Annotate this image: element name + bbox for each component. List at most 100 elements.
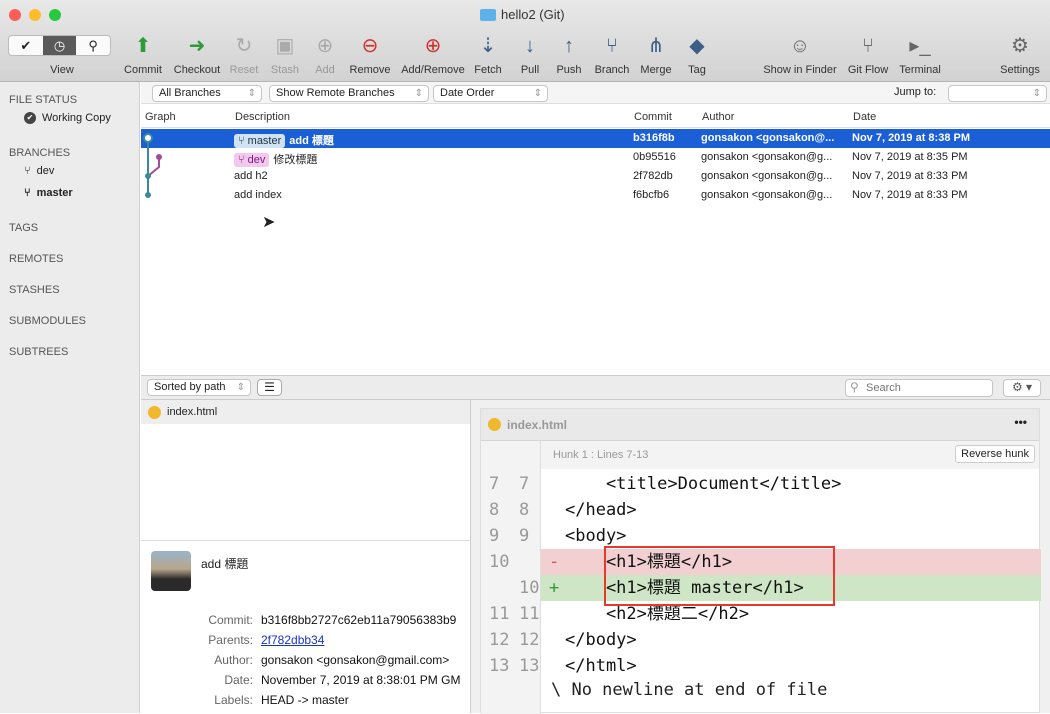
gear-menu-button[interactable]: ⚙ ▾: [1003, 379, 1041, 397]
commit-cell: f6bcfb6: [633, 189, 670, 201]
table-row[interactable]: ⑂ dev 修改標題 0b95516 gonsakon <gonsakon@g... N…: [141, 148, 1050, 167]
author-label: Author:: [214, 653, 253, 667]
code-text: </html>: [565, 656, 637, 676]
divider: [141, 540, 470, 541]
no-newline-note: \ No newline at end of file: [551, 680, 828, 700]
branches-header[interactable]: BRANCHES: [9, 147, 70, 159]
date-cell: Nov 7, 2019 at 8:35 PM: [852, 151, 968, 163]
graph-node: [156, 154, 162, 160]
diff-header: index.html •••: [481, 409, 1039, 441]
minimize-button[interactable]: [29, 9, 41, 21]
labels-label: Labels:: [214, 693, 253, 707]
toolbar-label: Settings: [1000, 64, 1040, 76]
date-cell: Nov 7, 2019 at 8:33 PM: [852, 189, 968, 201]
new-line-number: 9: [519, 526, 530, 546]
toolbar-label: Tag: [688, 64, 706, 76]
old-line-number: 12: [489, 630, 510, 650]
diff-line-ctx: 13 13 </html>: [481, 653, 1041, 679]
new-line-number: 13: [519, 656, 540, 676]
author-cell: gonsakon <gonsakon@g...: [701, 151, 833, 163]
tags-header[interactable]: TAGS: [9, 222, 38, 234]
subtrees-header[interactable]: SUBTREES: [9, 346, 68, 358]
description-cell: add h2: [234, 170, 268, 182]
gear-icon[interactable]: ⚙: [980, 33, 1050, 59]
check-circle-icon: ✔: [24, 112, 36, 124]
badge-label: master: [247, 135, 282, 147]
file-status-header[interactable]: FILE STATUS: [9, 94, 77, 106]
code-text: </body>: [565, 630, 637, 650]
commit-label: Commit:: [208, 613, 253, 627]
submodules-header[interactable]: SUBMODULES: [9, 315, 86, 327]
col-description[interactable]: Description: [235, 111, 290, 123]
reverse-hunk-button[interactable]: Reverse hunk: [955, 445, 1035, 463]
author-cell: gonsakon <gonsakon@...: [701, 132, 835, 144]
window-title-text: hello2 (Git): [501, 7, 565, 22]
sidebar-item-working-copy[interactable]: ✔ Working Copy: [24, 112, 111, 124]
file-name: index.html: [167, 406, 218, 418]
remotes-header[interactable]: REMOTES: [9, 253, 63, 265]
description-text: add index: [234, 189, 282, 201]
author-cell: gonsakon <gonsakon@g...: [701, 170, 833, 182]
new-line-number: 11: [519, 604, 540, 624]
col-graph[interactable]: Graph: [145, 111, 176, 123]
new-line-number: 8: [519, 500, 530, 520]
table-row[interactable]: ⑂ master add 標題 b316f8b gonsakon <gonsakon@…: [141, 129, 1050, 148]
hunk-title: Hunk 1 : Lines 7-13: [553, 449, 649, 461]
more-options-icon[interactable]: •••: [1014, 415, 1027, 429]
old-line-number: 11: [489, 604, 510, 624]
table-row[interactable]: add h2 2f782db gonsakon <gonsakon@g... Nov …: [141, 167, 1050, 186]
branch-icon: ⑂: [24, 187, 31, 199]
description-text: add h2: [234, 170, 268, 182]
branches-select[interactable]: All Branches: [152, 85, 262, 102]
description-text: add 標題: [289, 135, 334, 147]
jump-to-label: Jump to:: [894, 86, 937, 98]
table-row[interactable]: add index f6bcfb6 gonsakon <gonsakon@g... N…: [141, 186, 1050, 205]
view-segmented-control[interactable]: ✔ ◷ ⚲: [8, 35, 111, 56]
code-text: </head>: [565, 500, 637, 520]
filter-bar: All Branches Show Remote Branches Date O…: [141, 82, 1050, 104]
list-view-icon[interactable]: ☰: [257, 379, 282, 396]
description-cell: add index: [234, 189, 282, 201]
sort-select[interactable]: Sorted by path: [147, 379, 251, 396]
order-select[interactable]: Date Order: [433, 85, 548, 102]
commit-graph: [143, 133, 162, 198]
graph-node: [145, 192, 151, 198]
remote-branches-select[interactable]: Show Remote Branches: [269, 85, 429, 102]
diff-panel: index.html ••• Hunk 1 : Lines 7-13 Rever…: [480, 408, 1041, 714]
search-icon: ⚲: [850, 380, 859, 394]
title-bar: hello2 (Git) ✔ ◷ ⚲ View ⬆ Commit ➜ Checkout ↻ R…: [0, 0, 1050, 82]
old-line-number: 8: [489, 500, 500, 520]
commit-hash: b316f8bb2727c62eb11a79056383b9: [261, 613, 457, 627]
parent-link[interactable]: 2f782dbb34: [261, 633, 324, 647]
col-commit[interactable]: Commit: [634, 111, 672, 123]
jump-to-select[interactable]: [948, 85, 1047, 102]
window-title: hello2 (Git): [480, 7, 565, 22]
terminal-icon[interactable]: ▸_: [880, 33, 960, 59]
col-date[interactable]: Date: [853, 111, 876, 123]
search-input[interactable]: [845, 379, 993, 397]
code-text: <title>Document</title>: [565, 474, 842, 494]
tag-icon[interactable]: ◆: [657, 33, 737, 59]
zoom-button[interactable]: [49, 9, 61, 21]
graph-node: [145, 173, 151, 179]
file-item[interactable]: index.html: [141, 400, 470, 424]
graph-node: [143, 133, 153, 143]
avatar: [151, 551, 191, 591]
close-button[interactable]: [9, 9, 21, 21]
date-cell: Nov 7, 2019 at 8:33 PM: [852, 170, 968, 182]
branch-badge[interactable]: ⑂ dev: [234, 153, 270, 167]
col-author[interactable]: Author: [702, 111, 734, 123]
labels-value: HEAD -> master: [261, 693, 349, 707]
branch-badge[interactable]: ⑂ master: [234, 134, 286, 148]
history-icon[interactable]: ◷: [42, 36, 77, 55]
mouse-cursor-icon: ➤: [262, 214, 276, 231]
new-line-number: 12: [519, 630, 540, 650]
stashes-header[interactable]: STASHES: [9, 284, 60, 296]
checkmark-icon[interactable]: ✔: [9, 36, 43, 55]
sidebar-item-dev[interactable]: ⑂ dev: [24, 165, 54, 177]
diff-file-name: index.html: [507, 417, 568, 432]
description-cell: ⑂ master add 標題: [234, 132, 334, 148]
sidebar-item-master[interactable]: ⑂ master: [24, 187, 73, 199]
working-copy-label: Working Copy: [42, 112, 111, 124]
graph-line-dev: [147, 157, 160, 177]
